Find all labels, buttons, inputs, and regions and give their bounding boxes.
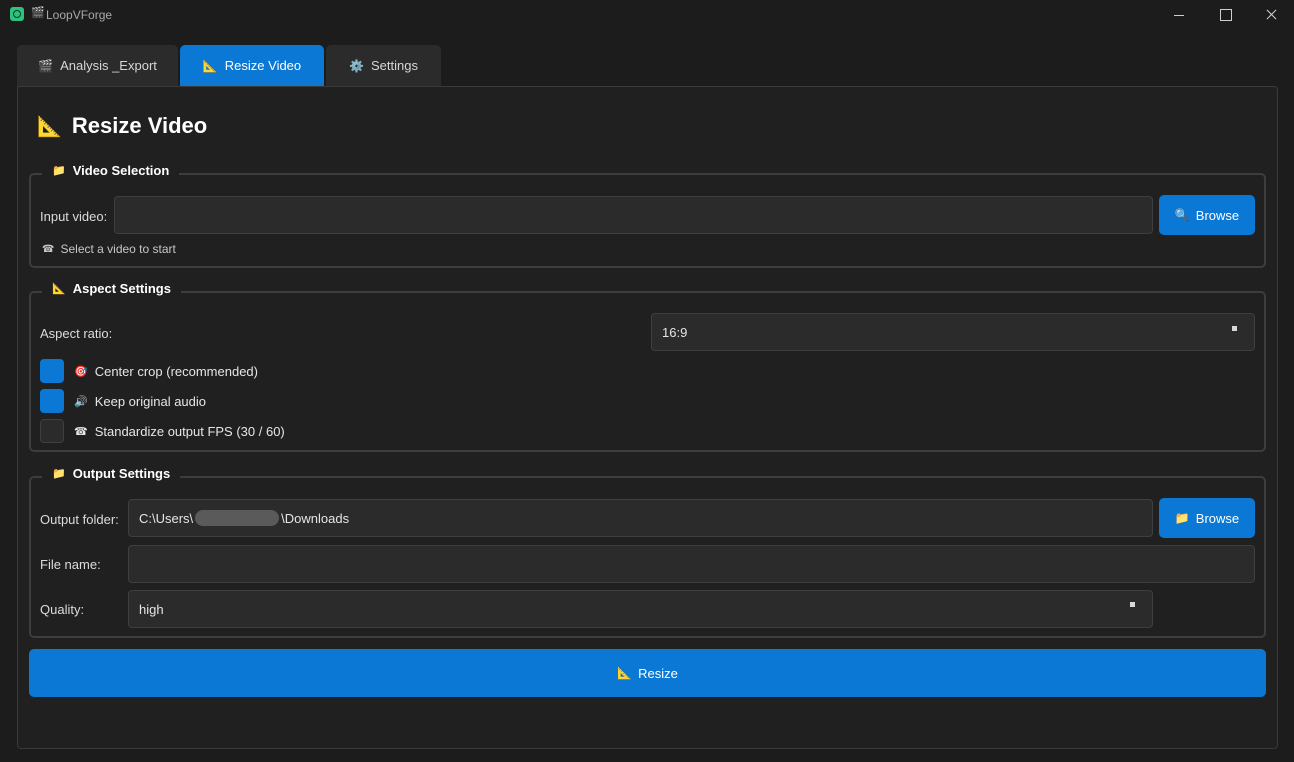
folder-path-prefix: C:\Users\ [139, 510, 194, 526]
redacted-username [195, 510, 280, 526]
button-label: Resize [638, 665, 678, 681]
tab-analysis-export[interactable]: 🎬 Analysis _Export [17, 45, 178, 86]
folder-icon: 📁 [1174, 511, 1190, 525]
aspect-ratio-label: Aspect ratio: [40, 326, 113, 341]
tab-settings[interactable]: ⚙️ Settings [326, 45, 441, 86]
telephone-icon: ☎ [42, 243, 55, 255]
output-folder-field[interactable]: C:\Users\ \Downloads [128, 499, 1153, 537]
resize-button[interactable]: 📐 Resize [29, 649, 1266, 697]
input-video-label: Input video: [40, 209, 108, 224]
legend-text: Video Selection [72, 162, 170, 178]
standardize-fps-label[interactable]: ☎ Standardize output FPS (30 / 60) [74, 424, 285, 439]
output-folder-label: Output folder: [40, 512, 119, 527]
center-crop-checkbox[interactable] [40, 359, 64, 383]
checkbox-text: Center crop (recommended) [94, 364, 258, 379]
window-title: LoopVForge [46, 8, 113, 22]
quality-dropdown[interactable]: high [128, 590, 1153, 628]
browse-output-button[interactable]: 📁 Browse [1159, 498, 1255, 538]
triangle-ruler-icon: 📐 [617, 666, 633, 680]
page-title: 📐 Resize Video [37, 112, 207, 140]
browse-video-button[interactable]: 🔍 Browse [1159, 195, 1255, 235]
keep-audio-checkbox[interactable] [40, 389, 64, 413]
triangle-ruler-icon: 📐 [202, 58, 218, 73]
page-title-text: Resize Video [71, 113, 208, 138]
aspect-settings-legend: 📐 Aspect Settings [42, 278, 181, 298]
keep-audio-label[interactable]: 🔊 Keep original audio [74, 394, 206, 409]
tab-label: Settings [370, 58, 418, 73]
title-bar: 🎬 LoopVForge [0, 0, 1294, 30]
folder-path-suffix: \Downloads [281, 510, 350, 526]
tab-label: Analysis _Export [60, 58, 157, 73]
output-settings-legend: 📁 Output Settings [42, 463, 181, 483]
dropdown-arrow-icon [1232, 326, 1237, 331]
input-video-field[interactable] [114, 196, 1153, 234]
triangle-ruler-icon: 📐 [37, 115, 62, 138]
aspect-ratio-dropdown[interactable]: 16:9 [651, 313, 1255, 351]
clapperboard-icon: 🎬 [31, 7, 45, 19]
maximize-button[interactable] [1202, 0, 1248, 30]
button-label: Browse [1195, 510, 1240, 526]
target-icon: 🎯 [74, 366, 88, 378]
checkbox-text: Standardize output FPS (30 / 60) [94, 424, 285, 439]
video-selection-legend: 📁 Video Selection [42, 160, 180, 180]
center-crop-label[interactable]: 🎯 Center crop (recommended) [74, 364, 258, 379]
button-label: Browse [1195, 207, 1240, 223]
status-hint: ☎ Select a video to start [42, 242, 176, 256]
file-name-label: File name: [40, 557, 101, 572]
minimize-button[interactable] [1156, 0, 1202, 30]
checkbox-text: Keep original audio [94, 394, 207, 409]
app-logo-icon [10, 7, 24, 21]
triangle-ruler-icon: 📐 [52, 282, 66, 295]
quality-label: Quality: [40, 602, 85, 617]
dropdown-value: 16:9 [662, 324, 688, 340]
tab-resize-video[interactable]: 📐 Resize Video [180, 45, 324, 86]
close-button[interactable] [1248, 0, 1294, 30]
legend-text: Aspect Settings [72, 280, 171, 296]
tab-label: Resize Video [224, 58, 302, 73]
file-name-input[interactable] [128, 545, 1255, 583]
dropdown-value: high [139, 601, 164, 617]
gear-icon: ⚙️ [349, 58, 364, 73]
telephone-icon: ☎ [74, 426, 88, 438]
legend-text: Output Settings [72, 465, 171, 481]
magnifier-icon: 🔍 [1174, 208, 1190, 222]
standardize-fps-checkbox[interactable] [40, 419, 64, 443]
dropdown-arrow-icon [1130, 602, 1135, 607]
hint-text: Select a video to start [60, 242, 176, 256]
speaker-icon: 🔊 [74, 396, 88, 408]
folder-icon: 📁 [52, 467, 66, 480]
app-window: 🎬 LoopVForge 🎬 Analysis _Export 📐 Resize… [0, 0, 1294, 762]
folder-icon: 📁 [52, 164, 66, 177]
clapperboard-icon: 🎬 [38, 58, 54, 73]
